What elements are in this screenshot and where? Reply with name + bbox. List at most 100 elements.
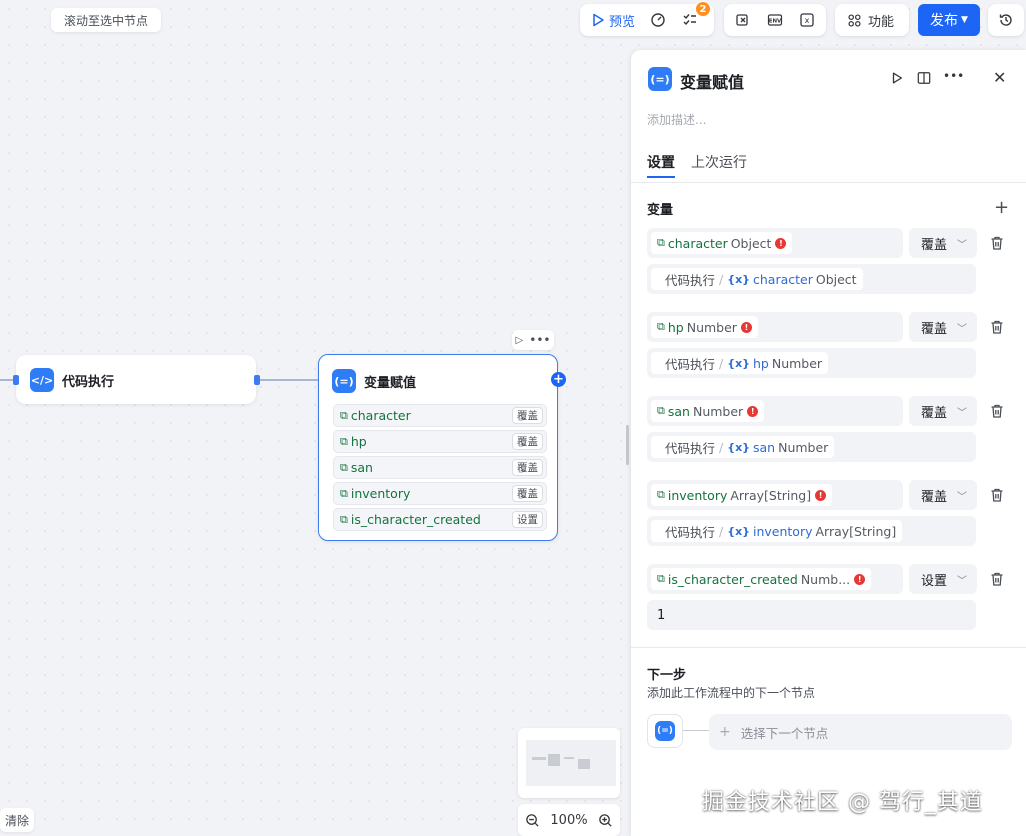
chevron-down-icon: ﹀: [957, 492, 967, 503]
run-step-icon[interactable]: [890, 71, 904, 85]
svg-text:x: x: [805, 16, 810, 25]
assign-row: ⧉ san 覆盖: [333, 456, 547, 479]
add-variable-icon[interactable]: +: [994, 199, 1009, 217]
mode-label: 覆盖: [921, 237, 948, 253]
variable-type: Number: [686, 319, 737, 335]
description-input[interactable]: 添加描述...: [647, 111, 706, 128]
mode-label: 覆盖: [921, 405, 948, 421]
source-type: Number: [778, 439, 829, 455]
split-view-icon[interactable]: [917, 71, 931, 85]
tab-settings[interactable]: 设置: [647, 152, 675, 172]
x-variable-icon: x: [800, 13, 814, 27]
error-icon: !: [775, 237, 787, 249]
close-icon[interactable]: ✕: [993, 68, 1006, 87]
tab-last-run[interactable]: 上次运行: [691, 152, 747, 172]
svg-text:ENV: ENV: [769, 19, 782, 25]
run-history-button[interactable]: [645, 7, 671, 33]
target-variable-select[interactable]: ⧉ san Number !: [647, 396, 903, 426]
panel-resize-handle[interactable]: [626, 425, 629, 465]
checklist-button[interactable]: 2: [677, 1, 712, 33]
path-separator: /: [719, 523, 724, 539]
mode-select[interactable]: 覆盖 ﹀: [909, 480, 977, 510]
mode-label: 覆盖: [921, 489, 948, 505]
source-variable-select[interactable]: 代码执行 / {x} hp Number: [647, 348, 976, 378]
trash-icon[interactable]: [989, 487, 1005, 503]
code-node-input-handle[interactable]: [13, 375, 19, 385]
zoom-out-icon[interactable]: [525, 813, 540, 828]
next-step-description: 添加此工作流程中的下一个节点: [647, 686, 816, 700]
variable-type: Object: [730, 235, 772, 251]
target-variable-select[interactable]: ⧉ hp Number !: [647, 312, 903, 342]
source-var: character: [753, 271, 813, 287]
variable-button[interactable]: [730, 7, 756, 33]
next-step-title: 下一步: [647, 668, 687, 683]
publish-button[interactable]: 发布 ▼: [918, 4, 980, 36]
error-icon: !: [815, 489, 827, 501]
variable-name: san: [667, 403, 690, 419]
assign-row-name: character: [350, 408, 411, 423]
chevron-down-icon: ▼: [961, 15, 968, 25]
code-node-title: 代码执行: [62, 375, 115, 390]
node-settings-panel: (=) 变量赋值 ••• ✕ 添加描述... 设置 上次运行 变量 + ⧉ ch…: [631, 50, 1026, 836]
error-icon: !: [854, 573, 866, 585]
mode-select[interactable]: 覆盖 ﹀: [909, 312, 977, 342]
path-separator: /: [719, 271, 724, 287]
mode-select[interactable]: 设置 ﹀: [909, 564, 977, 594]
clear-label: 清除: [4, 813, 29, 828]
assign-row: ⧉ is_character_created 设置: [333, 508, 547, 531]
variable-icon: ⧉: [340, 486, 348, 500]
target-variable-select[interactable]: ⧉ inventory Array[String] !: [647, 480, 903, 510]
zoom-level[interactable]: 100%: [550, 813, 587, 828]
run-node-icon[interactable]: ▷: [516, 335, 524, 346]
trash-icon[interactable]: [989, 319, 1005, 335]
minimap[interactable]: [518, 728, 620, 798]
mode-select[interactable]: 覆盖 ﹀: [909, 396, 977, 426]
variable-type: Numb...: [800, 571, 851, 587]
source-variable-select[interactable]: 代码执行 / {x} san Number: [647, 432, 976, 462]
assign-row-name: is_character_created: [350, 512, 481, 527]
source-pill: 代码执行 / {x} inventory Array[String]: [651, 520, 903, 542]
variable-name: hp: [667, 319, 684, 335]
source-type: Object: [815, 271, 857, 287]
assign-row: ⧉ character 覆盖: [333, 404, 547, 427]
assign-row-mode: 覆盖: [512, 433, 543, 450]
current-node-chip: (=): [647, 714, 683, 748]
variable-pill: ⧉ inventory Array[String] !: [651, 484, 833, 506]
trash-icon[interactable]: [989, 235, 1005, 251]
assign-row: ⧉ hp 覆盖: [333, 430, 547, 453]
env-button[interactable]: ENV: [762, 7, 788, 33]
code-node-output-handle[interactable]: [254, 375, 260, 385]
chevron-down-icon: ﹀: [957, 408, 967, 419]
conversation-variable-button[interactable]: x: [794, 7, 820, 33]
clear-button[interactable]: 清除: [0, 808, 34, 832]
variable-assign-node[interactable]: (=) 变量赋值 ⧉ character 覆盖 ⧉ hp 覆盖 ⧉ san 覆盖…: [318, 354, 558, 541]
source-variable-select[interactable]: 代码执行 / {x} character Object: [647, 264, 976, 294]
more-icon[interactable]: •••: [529, 333, 550, 347]
code-execution-node[interactable]: </> 代码执行: [16, 355, 256, 404]
value-input[interactable]: 1: [647, 600, 976, 630]
version-history-button[interactable]: [988, 4, 1024, 36]
minimap-node: [578, 759, 590, 769]
target-variable-select[interactable]: ⧉ is_character_created Numb... !: [647, 564, 903, 594]
panel-title[interactable]: 变量赋值: [680, 69, 744, 93]
variable-type: Array[String]: [730, 487, 812, 503]
mode-select[interactable]: 覆盖 ﹀: [909, 228, 977, 258]
zoom-in-icon[interactable]: [598, 813, 613, 828]
source-variable-select[interactable]: 代码执行 / {x} inventory Array[String]: [647, 516, 976, 546]
code-icon: </>: [30, 368, 54, 392]
trash-icon[interactable]: [989, 571, 1005, 587]
select-next-node-button[interactable]: + 选择下一个节点: [709, 714, 1012, 750]
source-var: hp: [753, 355, 769, 371]
next-connector-line: [683, 730, 709, 731]
path-separator: /: [719, 439, 724, 455]
source-pill: 代码执行 / {x} character Object: [651, 268, 863, 290]
variable-type: Number: [692, 403, 744, 419]
variable-icon: ⧉: [340, 512, 348, 526]
function-button[interactable]: 功能: [835, 4, 909, 36]
trash-icon[interactable]: [989, 403, 1005, 419]
watermark: 掘金技术社区 @ 驾行_其道: [702, 790, 983, 815]
select-next-node-label: 选择下一个节点: [740, 725, 829, 741]
more-icon[interactable]: •••: [943, 69, 964, 83]
add-next-node-icon[interactable]: +: [551, 372, 566, 387]
target-variable-select[interactable]: ⧉ character Object !: [647, 228, 903, 258]
